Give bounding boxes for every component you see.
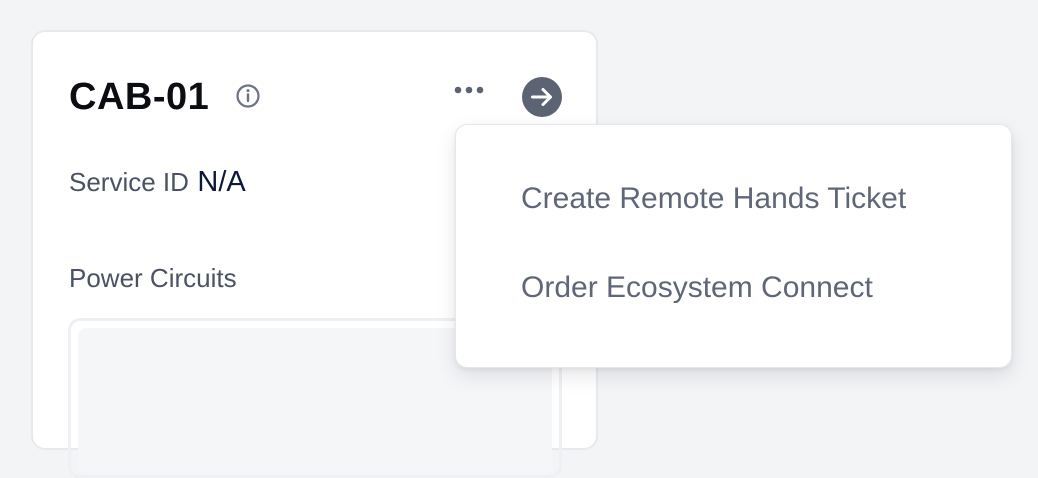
cabinet-title: CAB-01 — [69, 76, 210, 118]
power-circuits-label: Power Circuits — [69, 263, 237, 293]
service-id-label: Service ID — [69, 167, 189, 197]
more-options-button[interactable] — [449, 78, 489, 112]
arrow-right-circle-icon[interactable] — [521, 76, 563, 118]
options-dropdown-menu: Create Remote Hands Ticket Order Ecosyst… — [455, 124, 1012, 368]
service-id-row: Service ID N/A — [69, 164, 246, 205]
service-id-value: N/A — [197, 166, 246, 198]
menu-item-order-ecosystem-connect[interactable]: Order Ecosystem Connect — [521, 268, 873, 308]
menu-item-create-remote-hands-ticket[interactable]: Create Remote Hands Ticket — [521, 179, 906, 219]
info-icon[interactable] — [234, 82, 262, 110]
